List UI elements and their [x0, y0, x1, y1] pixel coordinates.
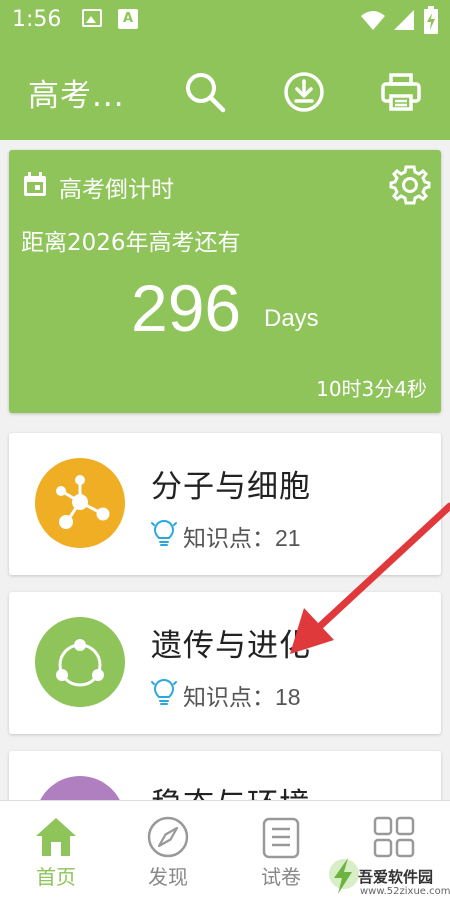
nav-item-discover[interactable]: 发现 — [112, 801, 224, 900]
app-notification-icon: A — [118, 9, 138, 29]
cycle-icon — [56, 639, 104, 687]
subject-title: 分子与细胞 — [151, 469, 311, 505]
countdown-days-unit: Days — [264, 305, 319, 332]
home-icon — [36, 818, 76, 856]
calendar-icon — [24, 172, 46, 196]
status-time: 1:56 — [12, 7, 62, 32]
nav-label-home: 首页 — [36, 865, 76, 889]
watermark-logo-icon — [329, 858, 359, 894]
battery-charging-icon — [424, 6, 438, 34]
knowledge-points-label: 知识点： — [183, 526, 275, 552]
image-notification-icon — [82, 9, 102, 27]
knowledge-points-count: 18 — [275, 684, 301, 710]
subject-icon-circle — [35, 617, 125, 707]
printer-icon — [381, 73, 421, 111]
subject-title: 遗传与进化 — [151, 628, 311, 664]
exam-countdown-card[interactable]: 高考倒计时 距离2026年高考还有 296 Days 10时3分4秒 — [9, 150, 441, 413]
subject-icon-circle — [35, 458, 125, 548]
compass-icon — [147, 816, 189, 858]
lightbulb-icon — [151, 520, 177, 546]
nav-item-home[interactable]: 首页 — [0, 801, 112, 900]
knowledge-points: 知识点：18 — [183, 678, 301, 712]
knowledge-points-label: 知识点： — [183, 685, 275, 711]
lightbulb-icon — [151, 679, 177, 705]
countdown-days-number: 296 — [131, 271, 242, 345]
app-bar: 高考... — [0, 42, 450, 140]
document-icon — [262, 817, 300, 859]
countdown-remaining-time: 10时3分4秒 — [316, 377, 427, 401]
download-button[interactable] — [282, 70, 326, 114]
download-icon — [284, 72, 324, 112]
search-icon — [186, 73, 226, 113]
wifi-icon — [361, 11, 385, 30]
knowledge-points-count: 21 — [275, 525, 301, 551]
settings-gear-icon[interactable] — [389, 164, 431, 206]
print-button[interactable] — [379, 70, 423, 114]
watermark: 吾爱软件园 www.52zixue.com — [318, 840, 450, 900]
countdown-title: 高考倒计时 — [59, 177, 174, 203]
search-button[interactable] — [183, 70, 227, 114]
watermark-text: 吾爱软件园 — [358, 868, 434, 886]
knowledge-points: 知识点：21 — [183, 519, 301, 553]
app-title: 高考... — [28, 78, 125, 114]
watermark-url: www.52zixue.com — [360, 886, 450, 897]
molecule-icon — [56, 475, 110, 529]
subject-card-molecule-cell[interactable]: 分子与细胞 知识点：21 — [9, 433, 441, 575]
signal-icon — [394, 10, 414, 30]
countdown-subtitle: 距离2026年高考还有 — [21, 230, 241, 256]
status-bar: 1:56 A — [0, 0, 450, 42]
nav-label-discover: 发现 — [148, 865, 188, 889]
subject-card-genetics-evolution[interactable]: 遗传与进化 知识点：18 — [9, 592, 441, 734]
